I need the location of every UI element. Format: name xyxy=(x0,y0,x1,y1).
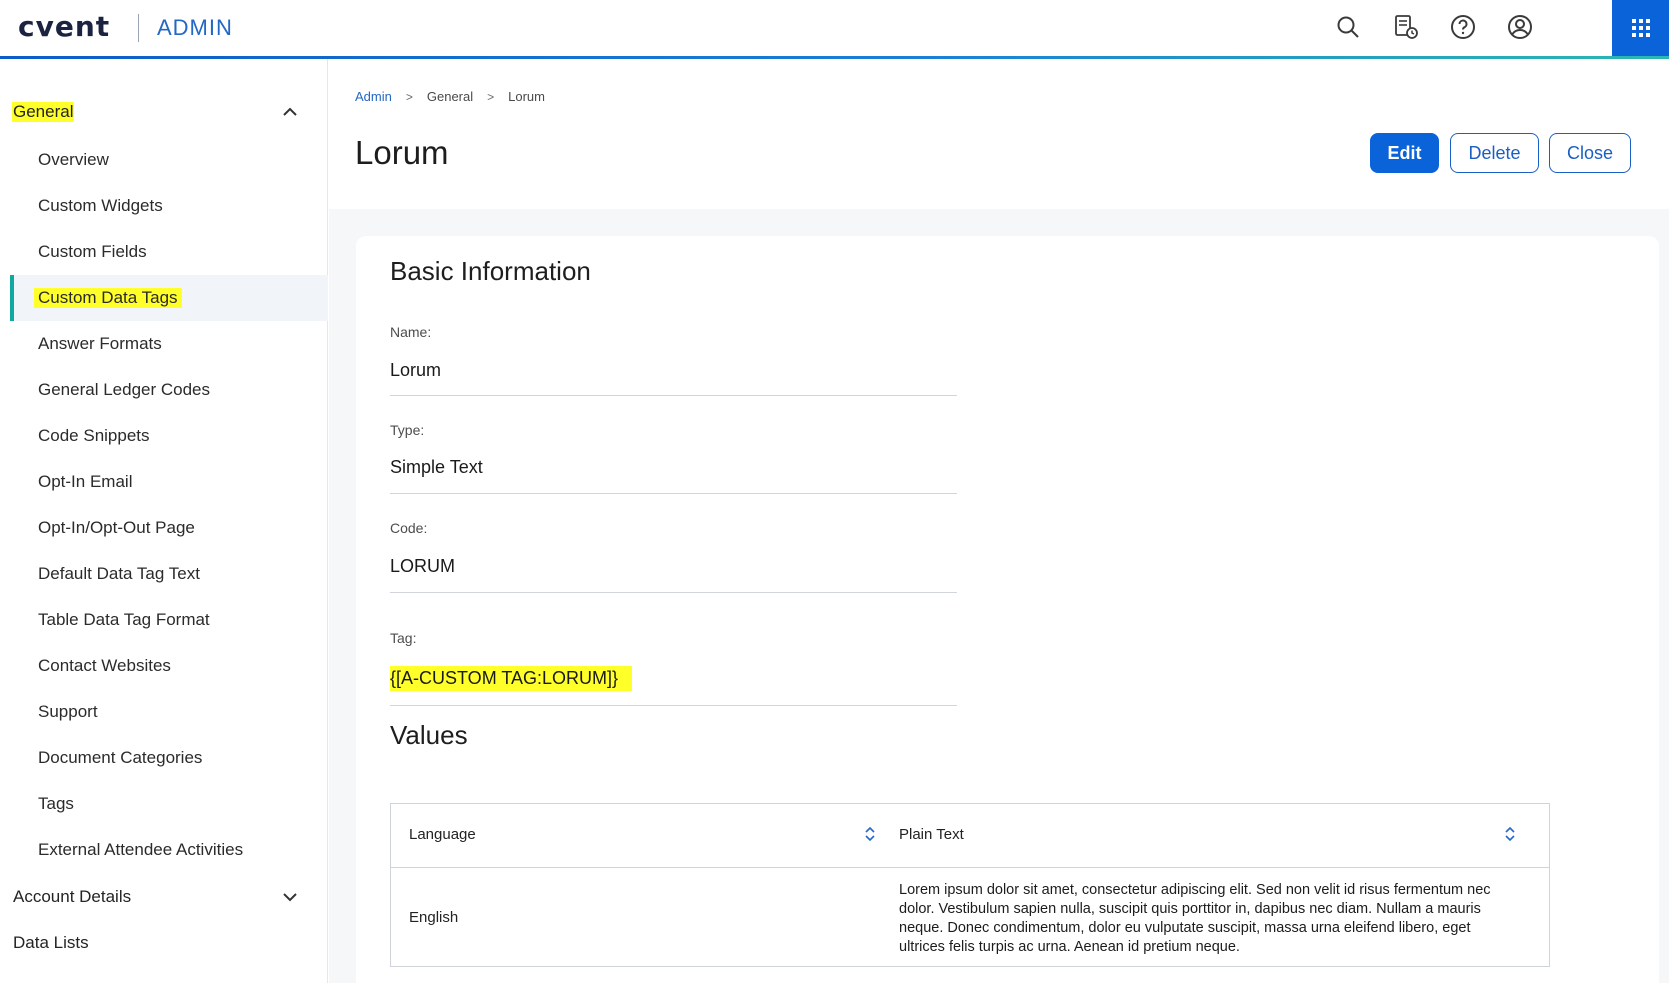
sort-icon[interactable] xyxy=(1503,825,1517,843)
page-title: Lorum xyxy=(355,134,449,171)
sidebar-item-table-data-tag-format[interactable]: Table Data Tag Format xyxy=(0,597,328,643)
sidebar-item-label: General Ledger Codes xyxy=(38,380,211,399)
sidebar-item-default-data-tag-text[interactable]: Default Data Tag Text xyxy=(0,551,328,597)
sidebar-item-label: Custom Data Tags xyxy=(34,288,182,308)
logo-divider xyxy=(138,14,139,42)
sidebar-item-label: Default Data Tag Text xyxy=(38,564,200,583)
sidebar-item-label: Opt-In Email xyxy=(38,472,133,491)
sidebar-item-label: Overview xyxy=(38,150,109,169)
breadcrumb-separator-icon: > xyxy=(487,89,495,104)
apps-grid-icon[interactable] xyxy=(1612,0,1669,56)
basic-information-title: Basic Information xyxy=(390,256,591,286)
plain-text-cell: Lorem ipsum dolor sit amet, consectetur … xyxy=(899,882,1491,955)
sidebar-section-label: General xyxy=(12,102,75,122)
close-button[interactable]: Close xyxy=(1549,133,1631,173)
sidebar-section-data-lists[interactable]: Data Lists xyxy=(0,919,328,967)
name-label: Name: xyxy=(390,324,432,340)
table-row: English Lorem ipsum dolor sit amet, cons… xyxy=(391,869,1549,966)
field-divider xyxy=(390,592,957,593)
sidebar-item-custom-data-tags[interactable]: Custom Data Tags xyxy=(10,275,328,321)
cvent-logo[interactable]: cvent xyxy=(18,10,110,43)
search-icon[interactable] xyxy=(1333,12,1363,42)
sidebar-item-label: Opt-In/Opt-Out Page xyxy=(38,518,195,537)
breadcrumb: Admin > General > Lorum xyxy=(355,89,545,104)
tag-value: {[A-CUSTOM TAG:LORUM]} xyxy=(390,666,633,691)
tag-label: Tag: xyxy=(390,630,417,646)
sidebar-item-label: Document Categories xyxy=(38,748,203,767)
code-value: LORUM xyxy=(390,556,456,576)
sidebar-item-opt-in-opt-out-page[interactable]: Opt-In/Opt-Out Page xyxy=(0,505,328,551)
sidebar-item-custom-fields[interactable]: Custom Fields xyxy=(0,229,328,275)
sidebar-section-account-details[interactable]: Account Details xyxy=(0,873,328,921)
sidebar-item-label: Support xyxy=(38,702,98,721)
sidebar-item-contact-websites[interactable]: Contact Websites xyxy=(0,643,328,689)
column-header-language[interactable]: Language xyxy=(409,826,476,843)
top-bar: cvent ADMIN xyxy=(0,0,1669,59)
sidebar-item-opt-in-email[interactable]: Opt-In Email xyxy=(0,459,328,505)
sidebar-item-custom-widgets[interactable]: Custom Widgets xyxy=(0,183,328,229)
report-schedule-icon[interactable] xyxy=(1391,12,1421,42)
values-table: Language Plain Text English Lorem ipsum … xyxy=(390,803,1550,967)
account-icon[interactable] xyxy=(1505,12,1535,42)
sidebar-item-label: Contact Websites xyxy=(38,656,171,675)
sidebar-item-label: Custom Fields xyxy=(38,242,147,261)
sidebar-item-overview[interactable]: Overview xyxy=(0,137,328,183)
sidebar-item-tags[interactable]: Tags xyxy=(0,781,328,827)
sidebar-item-code-snippets[interactable]: Code Snippets xyxy=(0,413,328,459)
sidebar-item-label: Code Snippets xyxy=(38,426,150,445)
type-label: Type: xyxy=(390,422,425,438)
column-header-plain-text[interactable]: Plain Text xyxy=(899,826,964,843)
sidebar: General Overview Custom Widgets Custom F… xyxy=(0,59,328,983)
sidebar-item-label: External Attendee Activities xyxy=(38,840,244,859)
sidebar-item-label: Answer Formats xyxy=(38,334,162,353)
values-title: Values xyxy=(390,720,468,750)
product-name: ADMIN xyxy=(157,15,233,40)
sidebar-item-label: Custom Widgets xyxy=(38,196,163,215)
sort-icon[interactable] xyxy=(863,825,877,843)
sidebar-section-label: Data Lists xyxy=(13,933,89,952)
sidebar-section-label: Account Details xyxy=(13,887,132,906)
chevron-up-icon[interactable] xyxy=(280,102,300,122)
type-value: Simple Text xyxy=(390,457,483,477)
name-value: Lorum xyxy=(390,360,442,380)
sidebar-item-external-attendee-activities[interactable]: External Attendee Activities xyxy=(0,827,328,873)
language-cell: English xyxy=(409,909,459,926)
sidebar-item-label: Tags xyxy=(38,794,74,813)
breadcrumb-separator-icon: > xyxy=(405,89,413,104)
edit-button[interactable]: Edit xyxy=(1370,133,1439,173)
sidebar-item-label: Table Data Tag Format xyxy=(38,610,210,629)
breadcrumb-general[interactable]: General xyxy=(427,89,473,104)
breadcrumb-admin-link[interactable]: Admin xyxy=(355,89,392,104)
table-header: Language Plain Text xyxy=(391,804,1549,868)
field-divider xyxy=(390,705,957,706)
sidebar-item-document-categories[interactable]: Document Categories xyxy=(0,735,328,781)
sidebar-item-support[interactable]: Support xyxy=(0,689,328,735)
chevron-down-icon[interactable] xyxy=(280,887,300,907)
delete-button[interactable]: Delete xyxy=(1450,133,1539,173)
field-divider xyxy=(390,493,957,494)
sidebar-item-answer-formats[interactable]: Answer Formats xyxy=(0,321,328,367)
field-divider xyxy=(390,395,957,396)
sidebar-section-general[interactable]: General xyxy=(0,88,328,136)
help-icon[interactable] xyxy=(1448,12,1478,42)
sidebar-item-general-ledger-codes[interactable]: General Ledger Codes xyxy=(0,367,328,413)
code-label: Code: xyxy=(390,520,428,536)
breadcrumb-current: Lorum xyxy=(508,89,545,104)
